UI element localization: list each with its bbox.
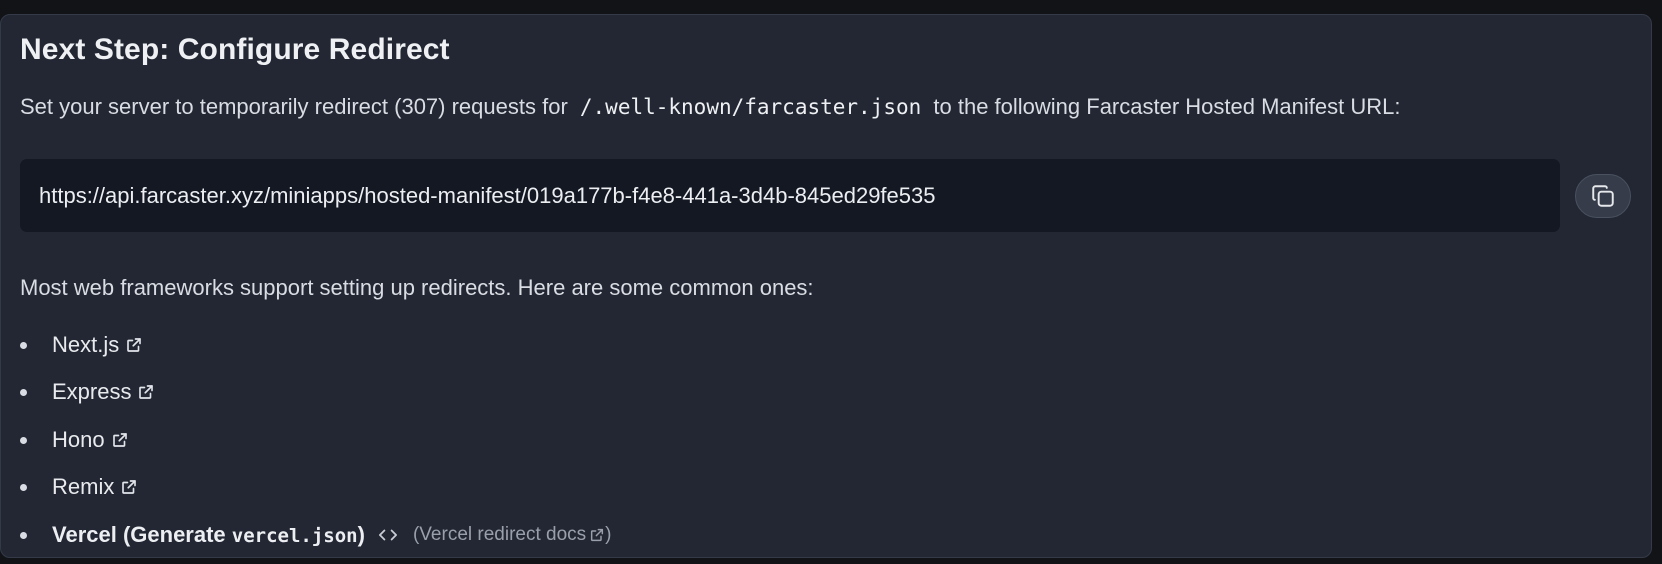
hono-label: Hono — [52, 426, 105, 452]
remix-label: Remix — [52, 474, 115, 500]
intro-after: to the following Farcaster Hosted Manife… — [933, 94, 1401, 119]
copy-icon — [1590, 183, 1616, 209]
vercel-json-filename: vercel.json — [231, 524, 358, 547]
vercel-redirect-docs-link[interactable]: Vercel redirect docs — [419, 524, 605, 546]
external-link-icon — [125, 336, 143, 354]
docs-close-paren: ) — [605, 523, 612, 545]
code-icon[interactable] — [377, 526, 399, 544]
vercel-generate-prefix: Vercel (Generate — [52, 521, 226, 547]
frameworks-description: Most web frameworks support setting up r… — [20, 275, 814, 300]
section-title: Next Step: Configure Redirect — [20, 33, 450, 66]
bullet — [20, 436, 27, 444]
list-item-express: Express — [1, 369, 611, 417]
remix-link[interactable]: Remix — [52, 474, 138, 500]
external-link-icon — [111, 431, 129, 449]
list-item-remix: Remix — [1, 464, 611, 512]
frameworks-list: Next.js Express Hono Remix Vercel (Gener… — [1, 321, 611, 559]
vercel-docs: ( Vercel redirect docs ) — [413, 524, 612, 546]
nextjs-link[interactable]: Next.js — [52, 332, 143, 358]
intro-text: Set your server to temporarily redirect … — [20, 94, 1400, 120]
manifest-url-box: https://api.farcaster.xyz/miniapps/hoste… — [20, 159, 1560, 232]
express-link[interactable]: Express — [52, 379, 155, 405]
vercel-generate-button[interactable]: Vercel (Generate vercel.json) — [52, 522, 365, 548]
bullet — [20, 389, 27, 397]
vercel-docs-label: Vercel redirect docs — [419, 523, 587, 545]
copy-url-button[interactable] — [1575, 174, 1631, 218]
external-link-icon — [589, 527, 605, 543]
bullet — [20, 531, 27, 539]
intro-path: /.well-known/farcaster.json — [579, 95, 922, 119]
list-item-hono: Hono — [1, 416, 611, 464]
manifest-url: https://api.farcaster.xyz/miniapps/hoste… — [39, 182, 936, 208]
bullet — [20, 341, 27, 349]
nextjs-label: Next.js — [52, 331, 120, 357]
express-label: Express — [52, 379, 132, 405]
list-item-nextjs: Next.js — [1, 321, 611, 369]
list-item-vercel: Vercel (Generate vercel.json) ( Vercel r… — [1, 511, 611, 559]
bullet — [20, 484, 27, 492]
external-link-icon — [137, 383, 155, 401]
external-link-icon — [120, 478, 138, 496]
configure-redirect-card: Next Step: Configure Redirect Set your s… — [0, 14, 1652, 558]
hono-link[interactable]: Hono — [52, 427, 129, 453]
intro-before: Set your server to temporarily redirect … — [20, 94, 568, 119]
vercel-generate-suffix: ) — [357, 521, 365, 547]
